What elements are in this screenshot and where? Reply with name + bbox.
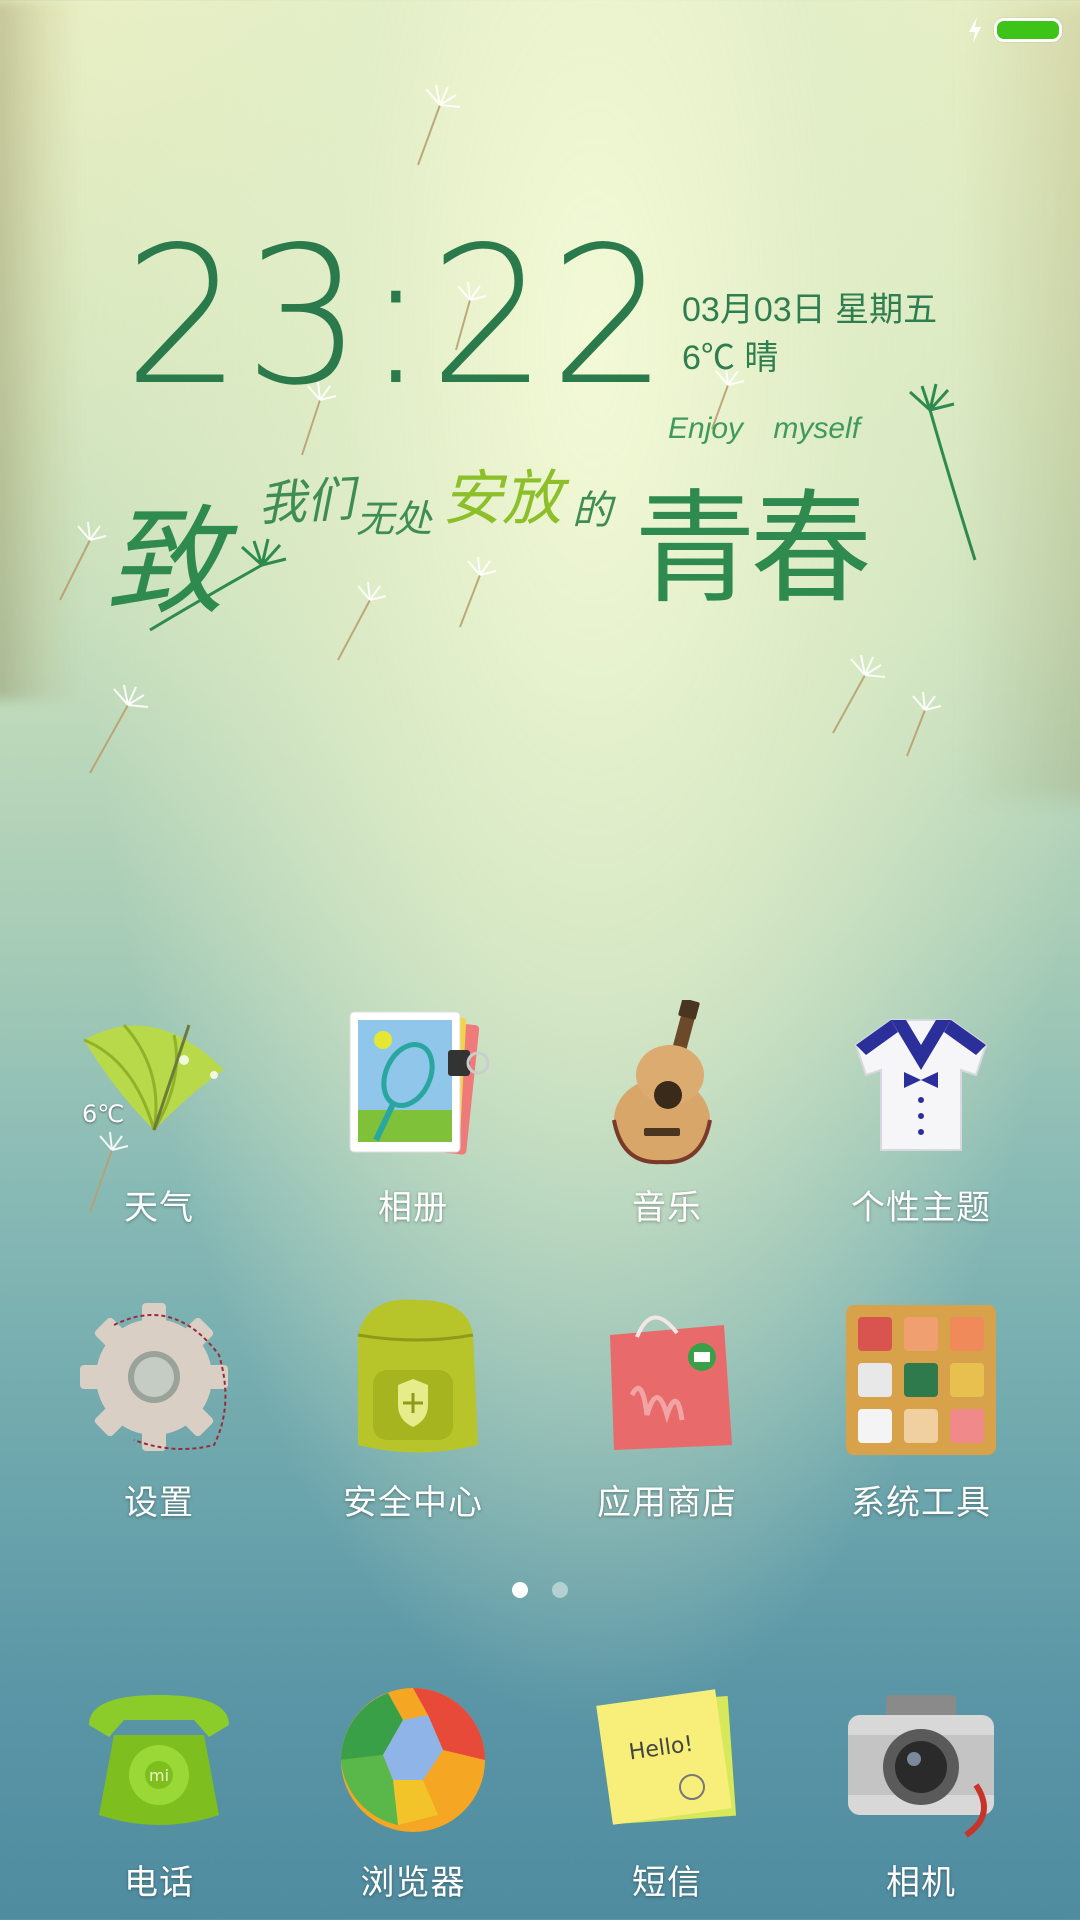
app-settings[interactable]: 设置 [49, 1295, 269, 1525]
battery-full-icon [994, 18, 1062, 42]
app-label: 音乐 [632, 1188, 702, 1228]
slogan-part-d: 的 [572, 488, 612, 534]
app-security[interactable]: 安全中心 [303, 1295, 523, 1525]
slogan-part-c: 安放 [442, 464, 562, 534]
app-label: 系统工具 [851, 1483, 991, 1523]
lightning-bolt-icon [969, 17, 981, 43]
page-indicator[interactable] [0, 1582, 1080, 1598]
guitar-music-icon [582, 998, 752, 1170]
backpack-security-icon [328, 1295, 498, 1465]
svg-text:mi: mi [149, 1766, 169, 1785]
clock-weather: 6℃ 晴 [682, 339, 779, 377]
app-label: 设置 [124, 1483, 194, 1523]
slogan-part-b: 无处 [356, 497, 433, 541]
status-bar [968, 14, 1062, 46]
app-weather[interactable]: 6℃ 天气 [49, 1000, 269, 1230]
dock-camera[interactable]: 相机 [811, 1675, 1031, 1905]
app-label: 电话 [124, 1863, 194, 1903]
app-store[interactable]: 应用商店 [557, 1295, 777, 1525]
camera-icon [836, 1675, 1006, 1845]
gear-settings-icon [74, 1295, 244, 1465]
app-label: 天气 [124, 1188, 194, 1228]
dock-messages[interactable]: Hello! 短信 [557, 1675, 777, 1905]
telephone-icon: mi [74, 1675, 244, 1845]
slogan-part-a: 我们 [256, 471, 356, 533]
clock-date: 03月03日 星期五 [682, 291, 938, 329]
ball-browser-icon [328, 1675, 498, 1845]
dock-browser[interactable]: 浏览器 [303, 1675, 523, 1905]
page-dot-1[interactable] [512, 1582, 528, 1598]
slogan-char-zhi: 致 [106, 493, 225, 631]
slogan-english: Enjoy myself [668, 412, 861, 445]
app-label: 安全中心 [343, 1483, 483, 1523]
app-music[interactable]: 音乐 [557, 998, 777, 1230]
photo-album-icon [328, 1000, 498, 1170]
weather-temp-badge: 6℃ [82, 1100, 125, 1128]
slogan-qingchun: 青春 [634, 478, 872, 620]
app-label: 应用商店 [597, 1483, 737, 1523]
tools-board-icon [836, 1295, 1006, 1465]
app-label: 个性主题 [851, 1188, 991, 1228]
sailor-shirt-theme-icon [836, 1000, 1006, 1170]
app-themes[interactable]: 个性主题 [811, 1000, 1031, 1230]
sticky-note-message-icon: Hello! [582, 1675, 752, 1845]
app-label: 相册 [378, 1188, 448, 1228]
app-gallery[interactable]: 相册 [303, 1000, 523, 1230]
page-dot-2[interactable] [552, 1582, 568, 1598]
shopping-bag-store-icon [582, 1295, 752, 1465]
app-label: 短信 [632, 1863, 702, 1903]
app-label: 浏览器 [360, 1863, 466, 1903]
app-system-tools[interactable]: 系统工具 [811, 1295, 1031, 1525]
app-label: 相机 [886, 1863, 956, 1903]
clock-time: 23:22 [123, 206, 670, 427]
umbrella-weather-icon: 6℃ [74, 1000, 244, 1170]
dock-phone[interactable]: mi 电话 [49, 1675, 269, 1905]
